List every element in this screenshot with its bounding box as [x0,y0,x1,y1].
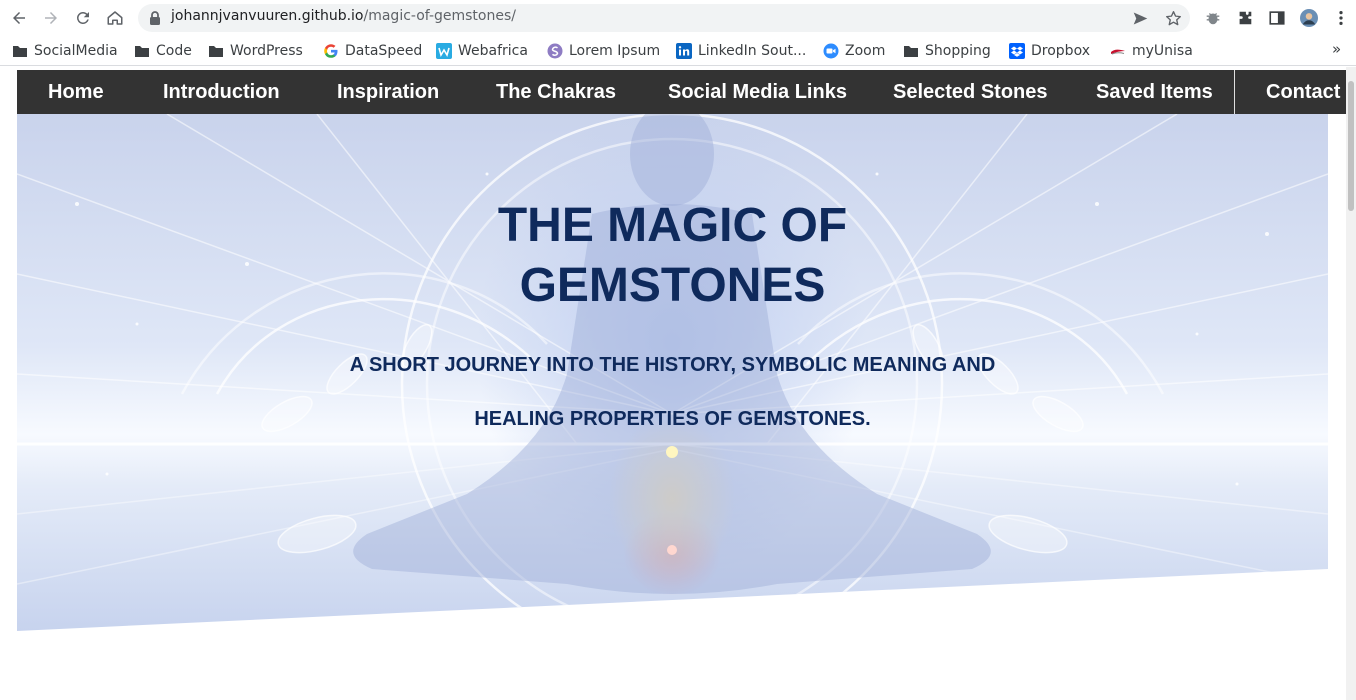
webafrica-icon [436,43,452,59]
bookmark-label: WordPress [230,43,303,59]
side-panel-button[interactable] [1265,6,1289,30]
reload-icon [76,11,89,24]
nav-inspiration[interactable]: Inspiration [337,70,439,114]
hero-title-line-1: THE MAGIC OF [497,199,848,252]
bookmark-linkedin[interactable]: LinkedIn Sout... [676,41,806,61]
folder-icon [903,43,919,59]
menu-button[interactable] [1329,6,1353,30]
profile-button[interactable] [1297,6,1321,30]
star-icon [1165,10,1181,25]
puzzle-icon [1239,11,1252,25]
bookmark-star-button[interactable] [1163,8,1183,28]
bookmark-label: SocialMedia [34,43,118,59]
bookmark-label: Zoom [845,43,886,59]
bookmark-wordpress[interactable]: WordPress [208,41,303,61]
bookmark-webafrica[interactable]: Webafrica [436,41,528,61]
unisa-icon [1110,43,1126,59]
folder-icon [208,43,224,59]
home-button[interactable] [103,6,127,30]
bookmark-shopping[interactable]: Shopping [903,41,991,61]
browser-toolbar: johannjvanvuuren.github.io/magic-of-gems… [0,0,1356,36]
bookmark-label: LinkedIn Sout... [698,43,807,59]
hero-title: THE MAGIC OF GEMSTONES [17,196,1328,316]
back-button[interactable] [7,6,31,30]
extensions-button[interactable] [1233,6,1257,30]
hero-subtitle-line-2: HEALING PROPERTIES OF GEMSTONES. [474,408,871,430]
bookmark-lorem-ipsum[interactable]: Lorem Ipsum [547,41,660,61]
nav-selected-stones[interactable]: Selected Stones [893,70,1048,114]
bookmark-label: Dropbox [1031,43,1090,59]
bookmark-dataspeed[interactable]: DataSpeed [323,41,422,61]
send-tab-button[interactable] [1130,8,1150,28]
lorem-ipsum-icon [547,43,563,59]
zoom-icon [823,43,839,59]
home-icon [107,11,123,25]
folder-icon [134,43,150,59]
bug-icon [1206,13,1220,25]
hero-banner: THE MAGIC OF GEMSTONES A SHORT JOURNEY I… [17,114,1328,631]
bookmarks-overflow-button[interactable]: » [1332,40,1341,58]
arrow-right-icon [45,12,57,24]
hero-title-line-2: GEMSTONES [519,259,826,312]
hero-subtitle-line-1: A SHORT JOURNEY INTO THE HISTORY, SYMBOL… [349,354,996,376]
bookmark-label: Webafrica [458,43,528,59]
bookmarks-bar: SocialMedia Code WordPress DataSpeed Web… [0,36,1356,66]
url-domain: johannjvanvuuren.github.io [171,8,364,24]
bookmark-dropbox[interactable]: Dropbox [1009,41,1090,61]
nav-contact[interactable]: Contact [1266,70,1340,114]
reload-button[interactable] [71,6,95,30]
forward-button[interactable] [39,6,63,30]
url-text[interactable]: johannjvanvuuren.github.io/magic-of-gems… [171,8,516,24]
folder-icon [12,43,28,59]
bookmark-socialmedia[interactable]: SocialMedia [12,41,118,61]
bookmark-label: Shopping [925,43,991,59]
avatar [1300,9,1318,27]
kebab-menu-icon [1339,10,1343,26]
linkedin-icon [676,43,692,59]
nav-divider [1234,70,1235,114]
nav-social-media-links[interactable]: Social Media Links [668,70,847,114]
arrow-left-icon [13,12,25,24]
send-icon [1133,12,1147,24]
bookmark-label: Code [156,43,192,59]
extension-bug-button[interactable] [1201,6,1225,30]
url-path: /magic-of-gemstones/ [363,8,516,24]
bookmark-label: myUnisa [1132,43,1193,59]
nav-the-chakras[interactable]: The Chakras [496,70,616,114]
nav-saved-items[interactable]: Saved Items [1096,70,1213,114]
google-icon [323,43,339,59]
bookmark-code[interactable]: Code [134,41,192,61]
side-panel-icon [1269,11,1285,25]
scrollbar-thumb[interactable] [1348,81,1354,211]
bookmark-label: Lorem Ipsum [569,43,661,59]
main-navigation: Home Introduction Inspiration The Chakra… [17,70,1348,114]
hero-subtitle: A SHORT JOURNEY INTO THE HISTORY, SYMBOL… [17,338,1328,446]
page-scrollbar[interactable] [1346,67,1356,700]
bookmark-zoom[interactable]: Zoom [823,41,885,61]
nav-introduction[interactable]: Introduction [163,70,280,114]
bookmark-myunisa[interactable]: myUnisa [1110,41,1193,61]
nav-home[interactable]: Home [48,70,104,114]
lock-icon[interactable] [148,10,162,26]
dropbox-icon [1009,43,1025,59]
page-viewport: THE MAGIC OF GEMSTONES A SHORT JOURNEY I… [0,67,1356,700]
bookmark-label: DataSpeed [345,43,423,59]
